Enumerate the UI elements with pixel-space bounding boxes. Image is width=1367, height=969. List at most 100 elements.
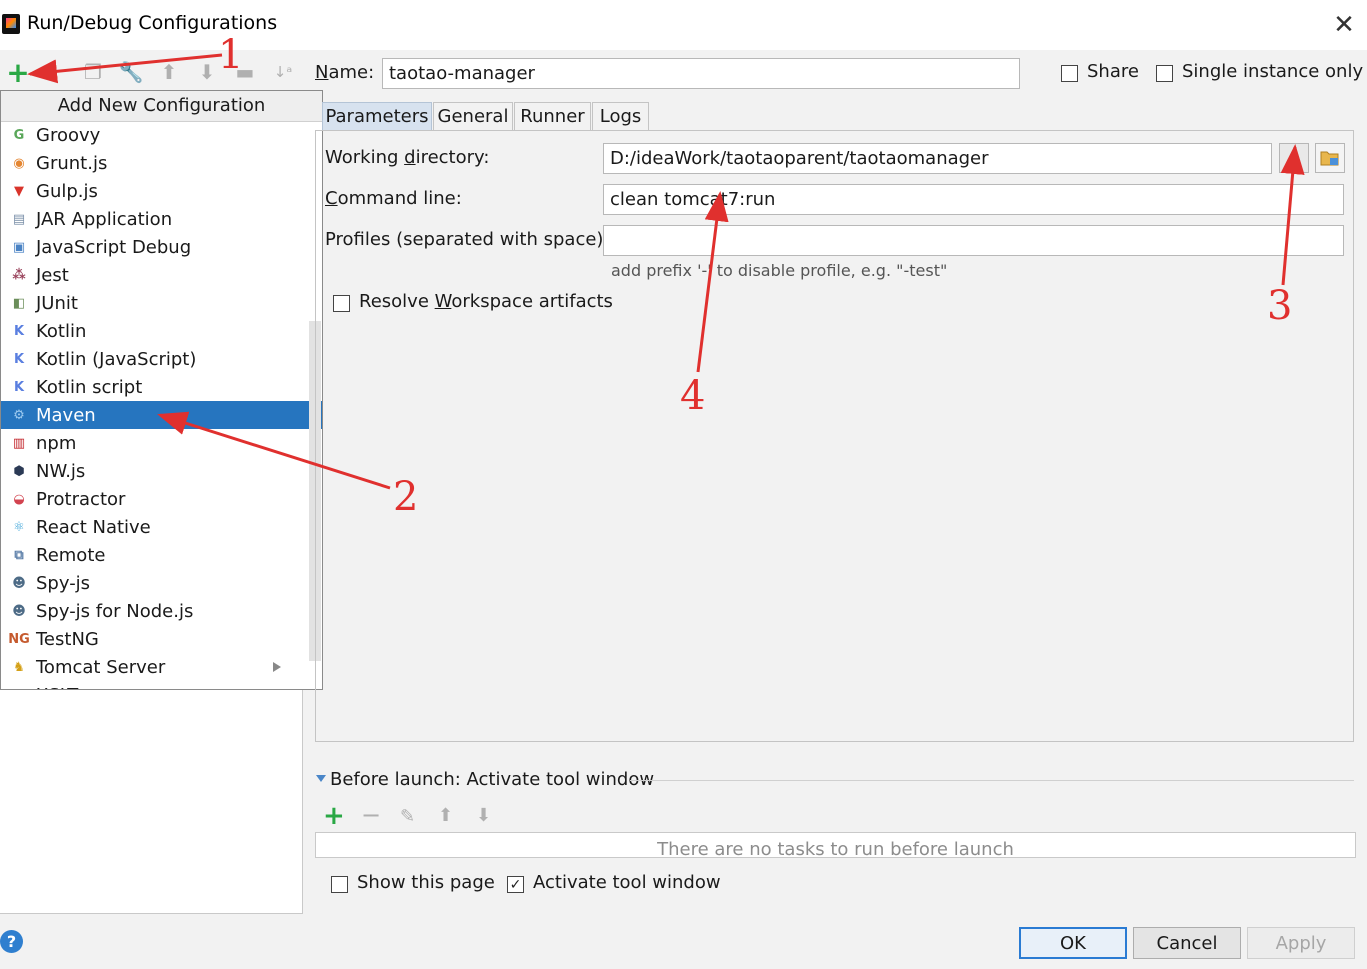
config-type-grunt-js[interactable]: ◉ Grunt.js xyxy=(1,149,307,177)
show-this-page-checkbox[interactable] xyxy=(331,876,348,893)
config-type-xslt[interactable]: XS XSLT xyxy=(1,681,307,690)
config-type-label: Spy-js xyxy=(36,572,91,594)
profiles-label: Profiles (separated with space): xyxy=(325,229,610,250)
config-type-label: Kotlin (JavaScript) xyxy=(36,348,197,370)
spy-js-node-icon: ☻ xyxy=(12,603,26,619)
activate-tool-window-label: Activate tool window xyxy=(533,872,721,893)
share-checkbox[interactable] xyxy=(1061,65,1078,82)
name-field[interactable]: taotao-manager xyxy=(382,58,1020,89)
config-type-gulp-js[interactable]: ▼ Gulp.js xyxy=(1,177,307,205)
config-type-label: Spy-js for Node.js xyxy=(36,600,194,622)
config-type-label: React Native xyxy=(36,516,151,538)
edit-defaults-wrench-icon[interactable]: 🔧 xyxy=(118,58,144,86)
add-task-plus-icon[interactable]: + xyxy=(323,803,345,829)
parameters-tab-panel xyxy=(315,130,1354,742)
single-instance-checkbox[interactable] xyxy=(1156,65,1173,82)
config-type-kotlin[interactable]: K Kotlin xyxy=(1,317,307,345)
copy-configuration-icon[interactable]: ❐ xyxy=(80,58,106,86)
move-task-down-icon[interactable]: ⬇ xyxy=(476,805,491,826)
add-configuration-plus-icon[interactable]: + xyxy=(5,56,31,89)
tab-parameters[interactable]: Parameters xyxy=(322,102,432,130)
config-type-spy-js[interactable]: ☻ Spy-js xyxy=(1,569,307,597)
config-type-tomcat-server[interactable]: ♞ Tomcat Server xyxy=(1,653,307,681)
sort-alphabetically-icon[interactable]: ↓ᵃ xyxy=(270,58,296,86)
javascript-debug-icon: ▣ xyxy=(12,239,26,255)
annotation-number-2: 2 xyxy=(393,474,419,520)
before-launch-task-list[interactable]: There are no tasks to run before launch xyxy=(315,832,1356,858)
module-directory-button[interactable] xyxy=(1315,143,1345,173)
share-label: Share xyxy=(1087,61,1139,82)
config-type-label: JUnit xyxy=(36,292,78,314)
config-type-label: Protractor xyxy=(36,488,126,510)
before-launch-title: Before launch: Activate tool window xyxy=(330,769,655,790)
resolve-workspace-checkbox[interactable] xyxy=(333,295,350,312)
command-line-field[interactable]: clean tomcat7:run xyxy=(603,184,1344,215)
working-directory-field[interactable]: D:/ideaWork/taotaoparent/taotaomanager xyxy=(603,143,1272,174)
config-type-label: Groovy xyxy=(36,124,101,146)
config-type-groovy[interactable]: G Groovy xyxy=(1,121,307,149)
config-type-label: Maven xyxy=(36,404,96,426)
collapse-triangle-icon[interactable] xyxy=(316,775,326,782)
maven-gear-icon: ⚙ xyxy=(13,407,25,423)
profiles-field[interactable] xyxy=(603,225,1344,256)
config-type-testng[interactable]: NG TestNG xyxy=(1,625,307,653)
config-type-maven[interactable]: ⚙ Maven xyxy=(1,401,322,429)
config-type-kotlin-javascript[interactable]: K Kotlin (JavaScript) xyxy=(1,345,307,373)
nwjs-icon: ⬢ xyxy=(13,463,25,479)
config-type-remote[interactable]: ⧉ Remote xyxy=(1,541,307,569)
move-down-arrow-icon[interactable]: ⬇ xyxy=(194,58,220,86)
remote-icon: ⧉ xyxy=(14,547,24,563)
browse-button[interactable]: ... xyxy=(1279,143,1309,173)
kotlin-javascript-icon: K xyxy=(13,351,25,367)
config-type-label: Gulp.js xyxy=(36,180,98,202)
config-type-nw-js[interactable]: ⬢ NW.js xyxy=(1,457,307,485)
cancel-button[interactable]: Cancel xyxy=(1133,927,1241,959)
protractor-icon: ◒ xyxy=(13,491,25,507)
groovy-icon: G xyxy=(13,127,25,143)
apply-button[interactable]: Apply xyxy=(1247,927,1355,959)
config-type-label: JAR Application xyxy=(36,208,173,230)
tab-runner[interactable]: Runner xyxy=(514,102,591,130)
config-type-junit[interactable]: ◧ JUnit xyxy=(1,289,307,317)
ok-button[interactable]: OK xyxy=(1019,927,1127,959)
config-type-jest[interactable]: ⁂ Jest xyxy=(1,261,307,289)
config-type-protractor[interactable]: ◒ Protractor xyxy=(1,485,307,513)
tab-general[interactable]: General xyxy=(433,102,513,130)
move-task-up-icon[interactable]: ⬆ xyxy=(438,805,453,826)
edit-task-pencil-icon[interactable]: ✎ xyxy=(400,806,415,827)
spy-js-icon: ☻ xyxy=(12,575,26,591)
xslt-icon: XS xyxy=(9,685,29,690)
help-icon[interactable]: ? xyxy=(0,930,23,953)
config-type-label: Tomcat Server xyxy=(36,656,166,678)
tab-logs[interactable]: Logs xyxy=(592,102,649,130)
junit-icon: ◧ xyxy=(12,295,26,311)
gulp-icon: ▼ xyxy=(14,183,24,199)
config-type-label: JavaScript Debug xyxy=(36,236,192,258)
config-type-npm[interactable]: ▥ npm xyxy=(1,429,307,457)
resolve-workspace-label: Resolve Workspace artifacts xyxy=(359,291,613,312)
intellij-app-icon xyxy=(2,14,20,34)
remove-task-minus-icon[interactable]: − xyxy=(361,803,381,827)
config-type-label: Kotlin xyxy=(36,320,87,342)
submenu-arrow-icon xyxy=(273,662,281,672)
close-window-button[interactable]: ✕ xyxy=(1330,10,1358,40)
add-new-configuration-popup: Add New Configuration G Groovy ◉ Grunt.js ▼ G… xyxy=(0,90,323,690)
annotation-number-4: 4 xyxy=(680,373,706,419)
working-directory-label: Working directory: xyxy=(325,147,490,168)
kotlin-script-icon: K xyxy=(13,379,25,395)
activate-tool-window-checkbox[interactable]: ✓ xyxy=(507,876,524,893)
annotation-number-1: 1 xyxy=(218,32,244,78)
react-native-icon: ⚛ xyxy=(13,519,25,535)
move-up-arrow-icon[interactable]: ⬆ xyxy=(156,58,182,86)
jar-icon: ▤ xyxy=(12,211,26,227)
config-type-label: NW.js xyxy=(36,460,86,482)
config-type-kotlin-script[interactable]: K Kotlin script xyxy=(1,373,307,401)
config-type-react-native[interactable]: ⚛ React Native xyxy=(1,513,307,541)
config-type-label: npm xyxy=(36,432,77,454)
command-line-label: Command line: xyxy=(325,188,462,209)
config-type-javascript-debug[interactable]: ▣ JavaScript Debug xyxy=(1,233,307,261)
profiles-hint: add prefix '-' to disable profile, e.g. … xyxy=(611,261,948,280)
jest-icon: ⁂ xyxy=(12,267,26,283)
config-type-jar-application[interactable]: ▤ JAR Application xyxy=(1,205,307,233)
config-type-spy-js-for-node-js[interactable]: ☻ Spy-js for Node.js xyxy=(1,597,307,625)
